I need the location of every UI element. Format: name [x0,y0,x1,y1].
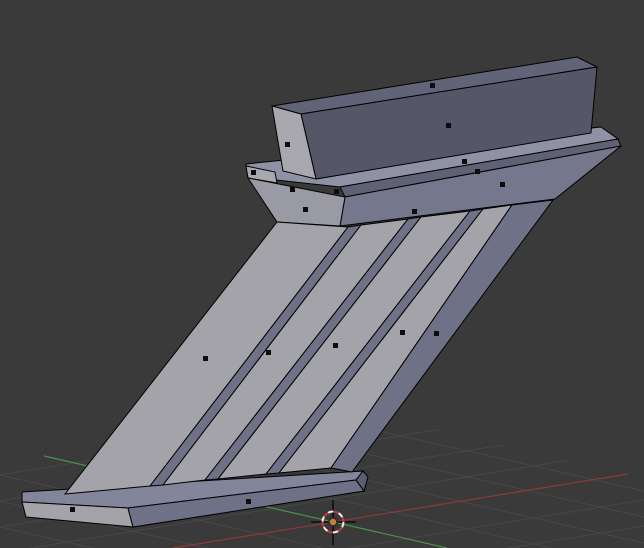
face-center-dot[interactable] [500,182,505,187]
face-center-dot[interactable] [246,499,251,504]
face-center-dot[interactable] [475,169,480,174]
face-center-dot[interactable] [203,356,208,361]
face-center-dot[interactable] [70,507,75,512]
face-center-dot[interactable] [333,343,338,348]
face-center-dot[interactable] [334,189,339,194]
viewport-canvas[interactable] [0,0,644,548]
face-center-dot[interactable] [303,207,308,212]
face-center-dot[interactable] [462,159,467,164]
face-center-dot[interactable] [251,170,256,175]
face-center-dot[interactable] [266,350,271,355]
face-center-dot[interactable] [446,123,451,128]
face-center-dot[interactable] [434,331,439,336]
face-center-dot[interactable] [290,187,295,192]
face-center-dot[interactable] [412,209,417,214]
face-center-dot[interactable] [400,330,405,335]
face-center-dot[interactable] [430,83,435,88]
cursor-center-dot [328,517,338,527]
3d-viewport[interactable] [0,0,644,548]
face-center-dot[interactable] [285,142,290,147]
